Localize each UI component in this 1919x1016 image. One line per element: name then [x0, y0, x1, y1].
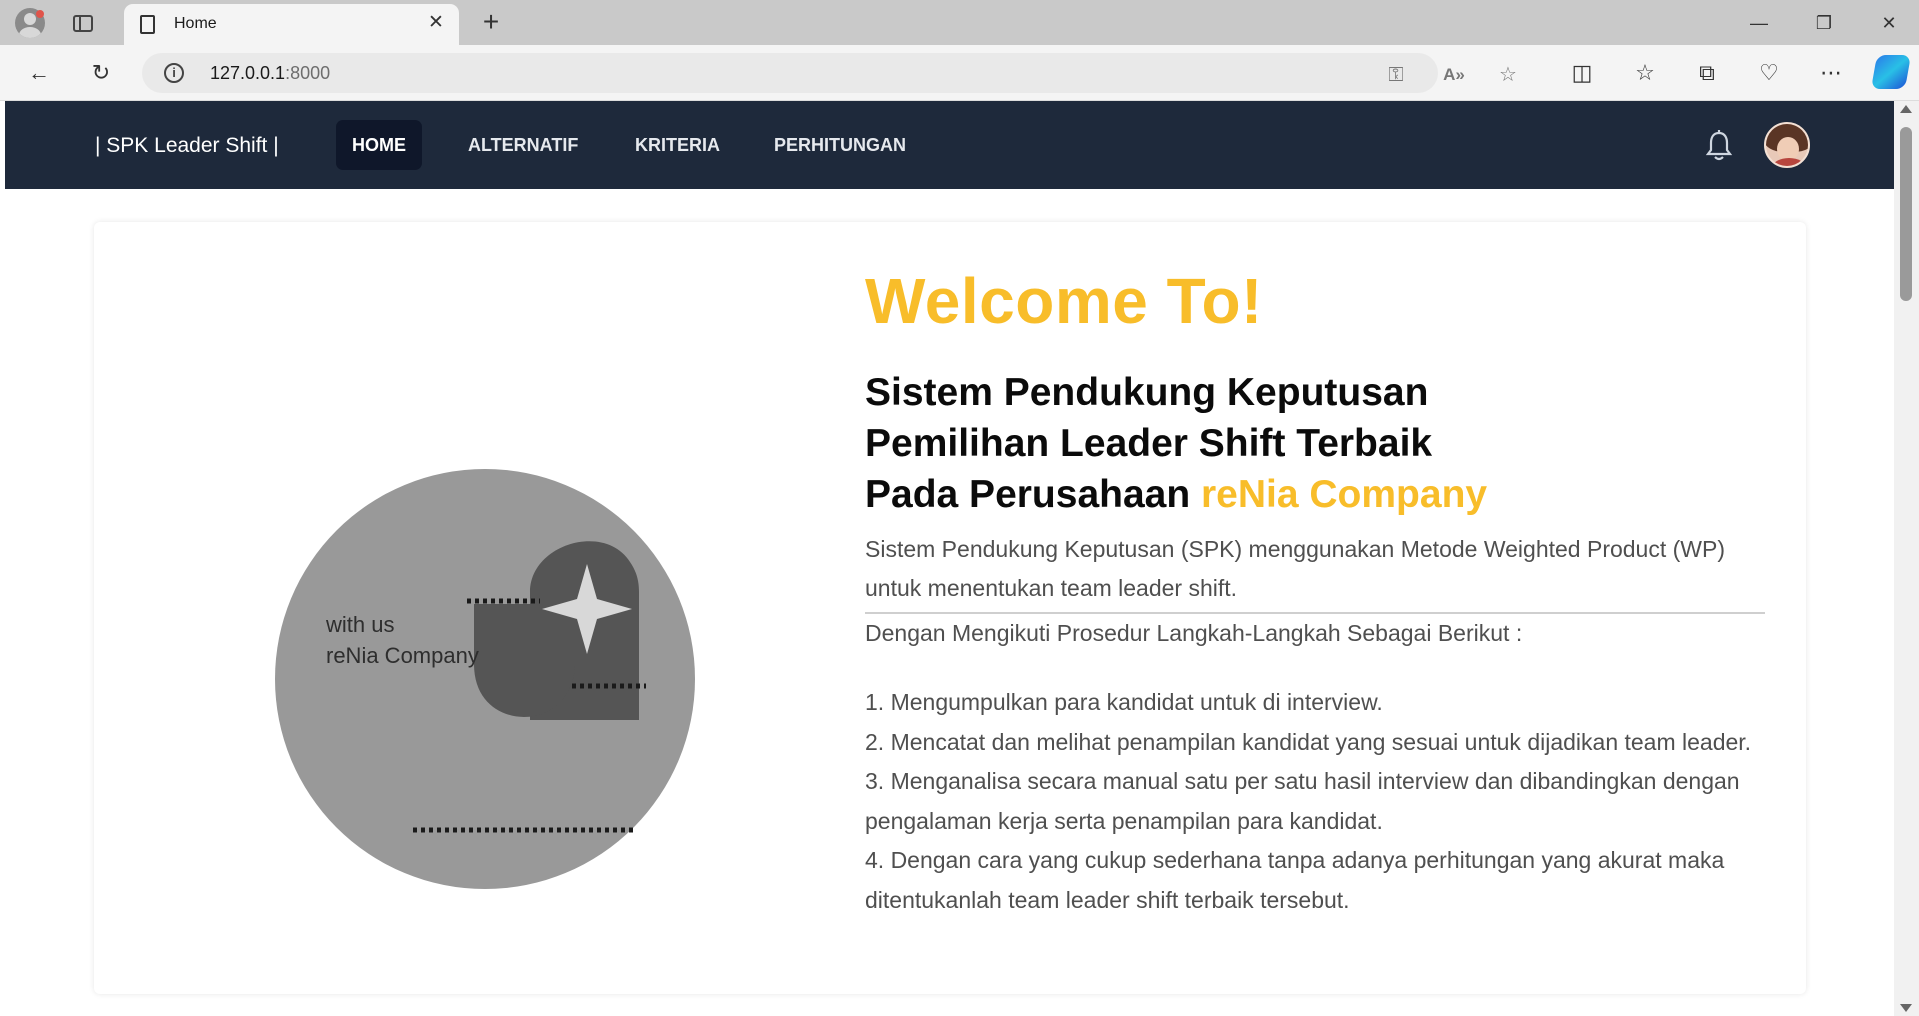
minimize-icon[interactable]: —: [1739, 8, 1779, 38]
browser-toolbar: ← ↻ i 127.0.0.1:8000 ⚿ A» ☆ ◫ ☆ ⧉ ♡ ⋯: [0, 45, 1919, 101]
procedure-steps: 1. Mengumpulkan para kandidat untuk di i…: [865, 683, 1775, 920]
site-navbar: | SPK Leader Shift | HOME ALTERNATIF KRI…: [5, 101, 1894, 189]
hero-card: with us reNia Company Welcome To! Sistem…: [94, 222, 1806, 994]
procedure-step: 1. Mengumpulkan para kandidat untuk di i…: [865, 689, 1383, 715]
key-icon[interactable]: ⚿: [1382, 61, 1410, 89]
system-description: Sistem Pendukung Keputusan (SPK) menggun…: [865, 530, 1765, 614]
tab-actions-icon[interactable]: [68, 9, 98, 37]
favorites-icon[interactable]: ☆: [1629, 57, 1661, 89]
illustration-line1: with us: [326, 612, 395, 637]
illustration-caption: with us reNia Company: [326, 609, 479, 671]
new-tab-icon[interactable]: +: [476, 5, 506, 39]
profile-icon[interactable]: [12, 6, 48, 40]
site-info-icon[interactable]: i: [164, 63, 184, 83]
headline-line3: Pada Perusahaan reNia Company: [865, 473, 1488, 516]
headline-line1: Sistem Pendukung Keputusan: [865, 371, 1429, 414]
nav-home[interactable]: HOME: [336, 120, 422, 170]
system-headline: Sistem Pendukung Keputusan Pemilihan Lea…: [865, 367, 1487, 520]
scrollbar-thumb[interactable]: [1900, 127, 1912, 301]
reload-icon[interactable]: ↻: [85, 57, 117, 89]
favorite-star-icon[interactable]: ☆: [1494, 61, 1522, 89]
illustration-line2: reNia Company: [326, 643, 479, 668]
address-bar[interactable]: i 127.0.0.1:8000 ⚿ A» ☆: [142, 53, 1517, 93]
nav-perhitungan[interactable]: PERHITUNGAN: [758, 120, 922, 170]
brand-title[interactable]: | SPK Leader Shift |: [95, 134, 279, 158]
browser-essentials-icon[interactable]: ♡: [1753, 57, 1785, 89]
procedure-intro: Dengan Mengikuti Prosedur Langkah-Langka…: [865, 620, 1523, 646]
back-icon[interactable]: ←: [23, 57, 55, 89]
more-menu-icon[interactable]: ⋯: [1815, 57, 1847, 89]
nav-alternatif[interactable]: ALTERNATIF: [452, 120, 594, 170]
procedure-step: 2. Mencatat dan melihat penampilan kandi…: [865, 728, 1752, 755]
split-screen-icon[interactable]: ◫: [1566, 57, 1598, 89]
page-scrollbar[interactable]: [1894, 101, 1919, 1016]
restore-icon[interactable]: ❐: [1804, 8, 1844, 38]
close-tab-icon[interactable]: ✕: [425, 12, 447, 34]
browser-tab-strip: Home ✕ + — ❐ ✕: [0, 0, 1919, 45]
browser-tab-home[interactable]: Home ✕: [124, 4, 459, 45]
page-icon: [140, 15, 155, 34]
scroll-down-icon[interactable]: [1900, 1004, 1912, 1012]
collections-icon[interactable]: ⧉: [1691, 57, 1723, 89]
url-text: 127.0.0.1:8000: [210, 63, 331, 83]
company-name: reNia Company: [1201, 473, 1488, 516]
headline-line2: Pemilihan Leader Shift Terbaik: [865, 422, 1433, 465]
bell-icon[interactable]: [1704, 129, 1734, 163]
procedure-step: 4. Dengan cara yang cukup sederhana tanp…: [865, 847, 1725, 913]
copilot-icon[interactable]: [1871, 55, 1911, 89]
procedure-step: 3. Menganalisa secara manual satu per sa…: [865, 768, 1740, 834]
user-avatar[interactable]: [1764, 122, 1810, 168]
tab-title: Home: [174, 15, 217, 32]
close-window-icon[interactable]: ✕: [1869, 8, 1909, 38]
nav-kriteria[interactable]: KRITERIA: [619, 120, 736, 170]
welcome-heading: Welcome To!: [865, 265, 1263, 337]
read-aloud-icon[interactable]: A»: [1440, 61, 1468, 89]
scroll-up-icon[interactable]: [1900, 105, 1912, 113]
